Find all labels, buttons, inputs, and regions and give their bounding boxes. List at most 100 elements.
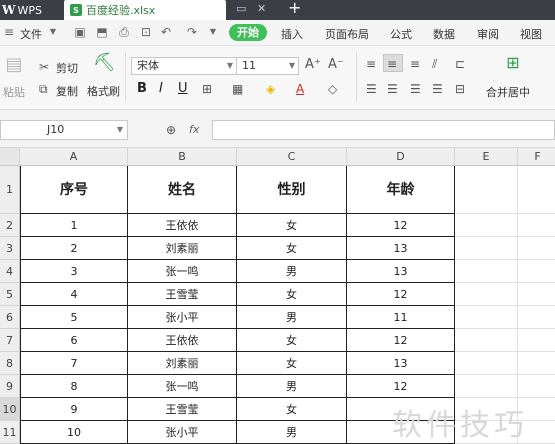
hamburger-icon[interactable]: ≡ <box>3 26 15 38</box>
table-cell[interactable]: 王雪莹 <box>128 283 237 306</box>
underline-icon[interactable]: U <box>178 82 188 96</box>
font-color-icon[interactable]: A <box>296 82 304 96</box>
align-left-icon[interactable]: ☰ <box>366 82 377 96</box>
undo-icon[interactable]: ↶ <box>160 26 172 38</box>
redo-icon[interactable]: ↷ <box>186 26 198 38</box>
table-cell[interactable]: 12 <box>347 329 455 352</box>
table-cell[interactable]: 10 <box>20 421 128 444</box>
select-all-corner[interactable] <box>0 148 20 166</box>
row-header-1[interactable]: 1 <box>0 166 20 214</box>
formula-input[interactable] <box>212 120 555 140</box>
new-tab-button[interactable]: + <box>288 0 301 17</box>
merge-center-button[interactable]: 合并居中 <box>486 84 530 100</box>
table-cell[interactable]: 13 <box>347 260 455 283</box>
header-cell-d[interactable]: 年龄 <box>347 166 455 214</box>
row-header-4[interactable]: 4 <box>0 260 20 283</box>
row-header-2[interactable]: 2 <box>0 214 20 237</box>
empty-cell[interactable] <box>518 214 555 237</box>
table-cell[interactable]: 张小平 <box>128 306 237 329</box>
font-size-select[interactable]: 11 ▼ <box>236 57 299 75</box>
tab-page-layout[interactable]: 页面布局 <box>325 26 369 42</box>
header-cell-a[interactable]: 序号 <box>20 166 128 214</box>
table-cell[interactable]: 男 <box>237 260 347 283</box>
table-cell[interactable]: 12 <box>347 214 455 237</box>
empty-cell[interactable] <box>455 375 518 398</box>
justify-icon[interactable]: ☰ <box>432 82 443 96</box>
table-cell[interactable]: 男 <box>237 375 347 398</box>
table-cell[interactable]: 3 <box>20 260 128 283</box>
table-cell[interactable]: 女 <box>237 398 347 421</box>
tab-formulas[interactable]: 公式 <box>390 26 412 42</box>
table-cell[interactable]: 8 <box>20 375 128 398</box>
tab-review[interactable]: 审阅 <box>477 26 499 42</box>
table-cell[interactable]: 王依依 <box>128 329 237 352</box>
table-cell[interactable]: 张一鸣 <box>128 260 237 283</box>
empty-cell[interactable] <box>518 352 555 375</box>
row-header-10[interactable]: 10 <box>0 398 20 421</box>
name-box[interactable]: J10 ▼ <box>0 120 128 140</box>
table-cell[interactable]: 13 <box>347 237 455 260</box>
row-header-5[interactable]: 5 <box>0 283 20 306</box>
document-tab[interactable]: S 百度经验.xlsx <box>64 0 226 20</box>
close-tab-icon[interactable]: ✕ <box>257 2 266 15</box>
column-header-f[interactable]: F <box>518 148 555 166</box>
table-cell[interactable]: 女 <box>237 283 347 306</box>
empty-cell[interactable] <box>455 283 518 306</box>
table-cell[interactable]: 2 <box>20 237 128 260</box>
table-cell[interactable]: 王依依 <box>128 214 237 237</box>
tab-data[interactable]: 数据 <box>433 26 455 42</box>
copy-button[interactable]: 复制 <box>56 83 78 99</box>
increase-font-icon[interactable]: A⁺ <box>305 58 321 72</box>
row-header-3[interactable]: 3 <box>0 237 20 260</box>
column-header-c[interactable]: C <box>237 148 347 166</box>
distributed-icon[interactable]: ⊟ <box>455 82 465 96</box>
fx-button[interactable]: fx <box>189 123 199 136</box>
font-name-select[interactable]: 宋体 ▼ <box>131 57 237 75</box>
monitor-icon[interactable]: ▭ <box>236 2 246 15</box>
table-cell[interactable]: 张一鸣 <box>128 375 237 398</box>
table-cell[interactable]: 12 <box>347 375 455 398</box>
align-top-icon[interactable]: ≡ <box>366 57 376 71</box>
italic-icon[interactable]: I <box>159 82 163 96</box>
empty-cell[interactable] <box>455 329 518 352</box>
empty-cell[interactable] <box>518 283 555 306</box>
empty-cell[interactable] <box>455 166 518 214</box>
empty-cell[interactable] <box>455 260 518 283</box>
table-cell[interactable]: 女 <box>237 237 347 260</box>
row-header-9[interactable]: 9 <box>0 375 20 398</box>
cut-button[interactable]: 剪切 <box>56 60 78 76</box>
bold-icon[interactable]: B <box>137 82 147 96</box>
align-middle-icon[interactable]: ≡ <box>387 57 397 71</box>
header-cell-c[interactable]: 性别 <box>237 166 347 214</box>
column-header-a[interactable]: A <box>20 148 128 166</box>
cell-style-icon[interactable]: ▦ <box>232 82 243 96</box>
column-header-d[interactable]: D <box>347 148 455 166</box>
table-cell[interactable]: 7 <box>20 352 128 375</box>
empty-cell[interactable] <box>518 237 555 260</box>
table-cell[interactable]: 张小平 <box>128 421 237 444</box>
empty-cell[interactable] <box>455 306 518 329</box>
table-cell[interactable]: 女 <box>237 352 347 375</box>
table-cell[interactable]: 刘素丽 <box>128 352 237 375</box>
table-cell[interactable]: 1 <box>20 214 128 237</box>
file-menu[interactable]: 文件 <box>20 26 42 42</box>
table-cell[interactable]: 女 <box>237 329 347 352</box>
table-cell[interactable]: 12 <box>347 283 455 306</box>
header-cell-b[interactable]: 姓名 <box>128 166 237 214</box>
column-header-e[interactable]: E <box>455 148 518 166</box>
empty-cell[interactable] <box>518 329 555 352</box>
empty-cell[interactable] <box>518 260 555 283</box>
paste-button[interactable]: 粘贴 <box>3 84 25 100</box>
row-header-11[interactable]: 11 <box>0 421 20 444</box>
zoom-icon[interactable]: ⊕ <box>166 123 176 137</box>
table-cell[interactable]: 11 <box>347 306 455 329</box>
border-icon[interactable]: ⊞ <box>202 82 212 96</box>
align-bottom-icon[interactable]: ≡ <box>410 57 420 71</box>
table-cell[interactable]: 刘素丽 <box>128 237 237 260</box>
row-header-6[interactable]: 6 <box>0 306 20 329</box>
table-cell[interactable]: 5 <box>20 306 128 329</box>
tab-view[interactable]: 视图 <box>520 26 542 42</box>
export-icon[interactable]: ⬒ <box>96 26 108 38</box>
eraser-icon[interactable]: ◇ <box>328 82 337 96</box>
format-painter-button[interactable]: 格式刷 <box>87 83 120 99</box>
